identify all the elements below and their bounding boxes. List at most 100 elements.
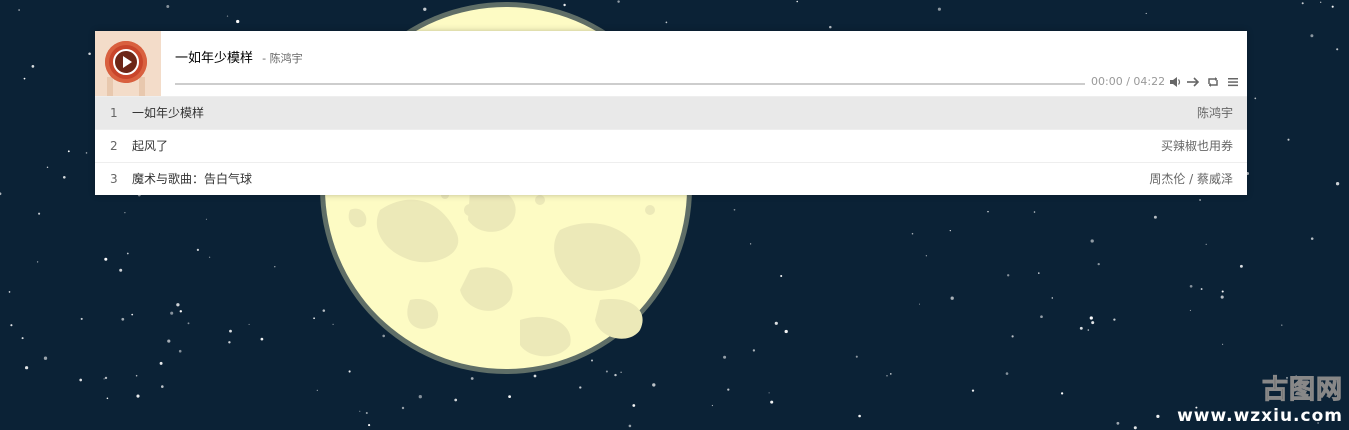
item-title: 魔术与歌曲：告白气球 (132, 172, 253, 186)
star (1220, 295, 1224, 299)
star (590, 359, 594, 362)
star (119, 268, 123, 272)
playlist: 1 一如年少模样 陈鸿宇 2 起风了 买辣椒也用券 3 魔术与歌曲：告白气球 周… (95, 96, 1247, 195)
star (1090, 239, 1094, 243)
star (1116, 421, 1120, 425)
star (170, 311, 174, 315)
star (911, 232, 914, 235)
star (1287, 138, 1290, 141)
star (711, 404, 714, 407)
star (205, 218, 207, 220)
star (470, 377, 474, 380)
star (652, 383, 656, 387)
star (1005, 372, 1009, 375)
star (46, 166, 49, 169)
star (1221, 290, 1224, 293)
star (85, 152, 88, 154)
playlist-item[interactable]: 1 一如年少模样 陈鸿宇 (95, 96, 1247, 129)
menu-icon[interactable] (1226, 75, 1240, 89)
watermark-logo: 古图网 (1261, 375, 1343, 406)
star (38, 212, 41, 215)
star (1189, 309, 1191, 311)
star (1222, 343, 1224, 345)
star (229, 329, 232, 333)
progress-bar[interactable] (175, 83, 1085, 85)
star (1007, 274, 1010, 277)
star (36, 261, 39, 263)
star (1199, 199, 1202, 201)
star (359, 410, 361, 412)
volume-icon[interactable] (1168, 75, 1182, 89)
star (167, 339, 171, 343)
star (23, 77, 26, 80)
star (1310, 34, 1314, 38)
star (313, 317, 315, 320)
star (179, 310, 183, 313)
star (533, 374, 537, 378)
star (135, 374, 138, 377)
star (10, 324, 13, 327)
cover-figure (139, 77, 145, 96)
star (1254, 97, 1257, 100)
star (274, 266, 276, 268)
track-info: 一如年少模样 - 陈鸿宇 (175, 47, 303, 66)
item-artist: 买辣椒也用券 (1160, 139, 1233, 153)
star (382, 334, 385, 338)
star (226, 15, 229, 17)
star (454, 398, 458, 402)
star (401, 406, 405, 410)
star (1200, 288, 1203, 290)
album-cover[interactable] (95, 31, 161, 96)
watermark: 古图网 www.wzxiu.com (1177, 369, 1343, 427)
star (1331, 5, 1334, 8)
star (1153, 215, 1157, 219)
star (187, 322, 190, 325)
star (770, 400, 774, 404)
star (31, 65, 35, 68)
star (987, 210, 989, 213)
star (368, 424, 371, 427)
loop-icon[interactable] (1206, 75, 1220, 89)
star (1336, 48, 1339, 51)
track-title: 一如年少模样 (175, 51, 254, 66)
star (176, 303, 180, 307)
star (727, 388, 730, 391)
star (632, 404, 636, 407)
star (161, 385, 164, 388)
star (1038, 272, 1040, 274)
star (126, 252, 129, 255)
star (628, 424, 632, 428)
star (124, 212, 126, 214)
star (104, 257, 108, 261)
star (316, 389, 318, 391)
star (67, 150, 70, 153)
star (1320, 1, 1322, 3)
star (260, 337, 264, 341)
star (749, 243, 752, 245)
star (248, 323, 250, 325)
order-icon[interactable] (1186, 75, 1200, 89)
star (855, 355, 858, 358)
play-icon[interactable] (113, 49, 139, 75)
star (1011, 335, 1014, 338)
item-artist: 陈鸿宇 (1196, 106, 1233, 120)
star (665, 21, 668, 24)
star (1301, 2, 1304, 5)
star (1133, 426, 1137, 430)
star (890, 373, 892, 375)
cover-figure (107, 77, 113, 96)
playlist-item[interactable]: 2 起风了 买辣椒也用券 (95, 129, 1247, 162)
star (208, 256, 211, 258)
star (1091, 321, 1095, 325)
playlist-item[interactable]: 3 魔术与歌曲：告白气球 周杰伦 / 蔡威泽 (95, 162, 1247, 195)
star (159, 361, 163, 365)
time-display: 00:00 / 04:22 (1091, 75, 1166, 88)
star (971, 389, 975, 392)
star (1051, 297, 1054, 299)
star (1156, 414, 1160, 419)
star (88, 52, 91, 55)
star (579, 386, 582, 389)
star (1189, 284, 1193, 288)
star (322, 309, 326, 312)
star (858, 414, 861, 418)
